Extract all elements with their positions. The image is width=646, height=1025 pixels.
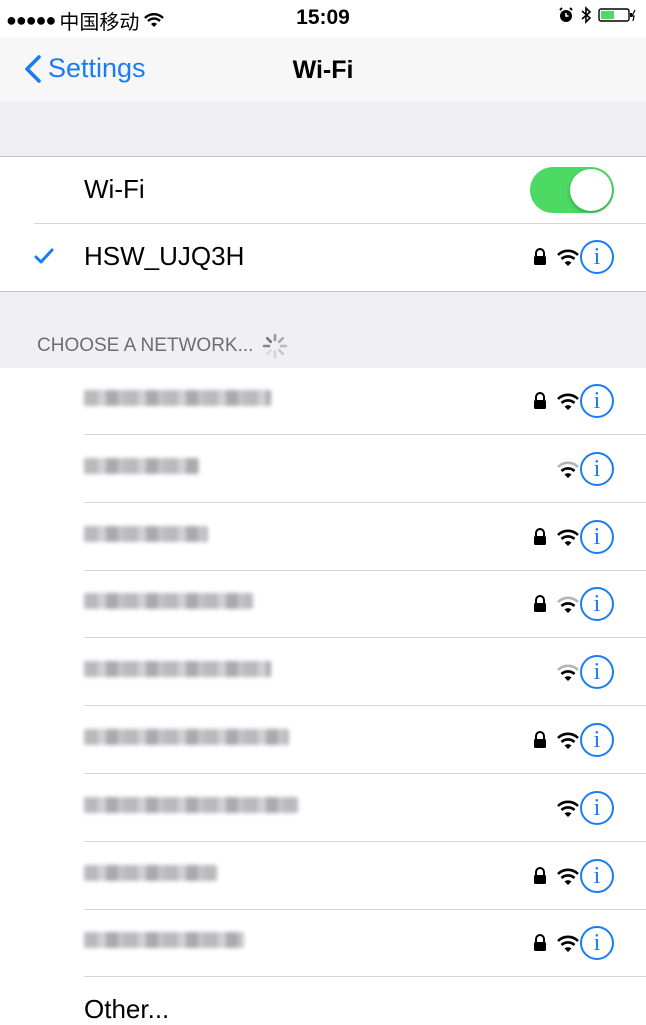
row-divider [84, 773, 646, 774]
network-name-text: GuestMobilePC [84, 661, 271, 677]
network-row[interactable]: Mingfu-Wireless i [0, 707, 646, 774]
row-divider [84, 705, 646, 706]
section-label: CHOOSE A NETWORK... [37, 332, 289, 360]
network-row[interactable]: Xingxia_5G i [0, 910, 646, 977]
network-name-text: Mingfu-Wireless [84, 729, 289, 745]
network-name: Noosp-Sonpt0X-AK [84, 797, 298, 817]
wifi-toggle-switch[interactable] [530, 167, 614, 213]
info-button[interactable]: i [580, 926, 614, 960]
info-button[interactable]: i [580, 452, 614, 486]
connected-network-row[interactable]: HSW_UJQ3H i [0, 224, 646, 291]
toggle-knob [570, 169, 612, 211]
choose-network-header: CHOOSE A NETWORK... [0, 291, 646, 369]
wifi-signal-icon [557, 393, 579, 410]
row-divider [84, 637, 646, 638]
network-row[interactable]: GuestMobilePC i [0, 639, 646, 706]
network-name-text: Chinanet-XXXX [84, 390, 271, 406]
wifi-signal-icon [557, 596, 579, 613]
network-row[interactable]: Chinanet-XXXX i [0, 368, 646, 435]
network-row[interactable]: HongBaoLink i [0, 571, 646, 638]
row-divider [84, 976, 646, 977]
network-name: Chinanet-XXXX [84, 390, 271, 410]
info-button[interactable]: i [580, 587, 614, 621]
network-name: Mingfu-Wireless [84, 729, 289, 749]
network-name-text: Dingxia [84, 865, 217, 881]
wifi-toggle-label: Wi-Fi [84, 174, 145, 204]
wifi-toggle-row: Wi-Fi [0, 157, 646, 224]
network-name: KKX_WF [84, 526, 208, 546]
info-button[interactable]: i [580, 791, 614, 825]
network-name: Xingxia_5G [84, 932, 244, 952]
choose-network-label: CHOOSE A NETWORK... [37, 335, 254, 356]
page-title: Wi-Fi [292, 56, 354, 84]
wifi-signal-icon [557, 461, 579, 478]
network-name-text: HongBaoLink [84, 593, 253, 609]
carrier-name: 中国移动 [59, 12, 140, 34]
row-divider [84, 434, 646, 435]
wifi-signal-icon [557, 800, 579, 817]
other-network-item[interactable]: Other... [84, 994, 169, 1025]
loading-spinner-icon [263, 333, 288, 359]
bluetooth-icon [581, 6, 592, 24]
wifi-signal-icon [557, 529, 579, 546]
network-row[interactable]: Dingxia i [0, 843, 646, 910]
status-right [558, 6, 636, 24]
info-button[interactable]: i [580, 240, 614, 274]
navigation-bar: Settings Wi-Fi [0, 38, 646, 103]
wifi-signal-icon [557, 664, 579, 681]
network-name: GuestMobilePC [84, 661, 271, 681]
lock-icon [534, 595, 546, 612]
network-name-text: Guest [84, 458, 199, 474]
battery-icon [598, 8, 636, 22]
info-button[interactable]: i [580, 520, 614, 554]
network-name: Guest [84, 458, 199, 478]
info-button[interactable]: i [580, 655, 614, 689]
connected-network-name: HSW_UJQ3H [84, 241, 245, 271]
network-name: Dingxia [84, 865, 217, 885]
checkmark-icon [34, 248, 54, 264]
wifi-signal-icon [557, 868, 579, 885]
status-bar: ●●●●● 中国移动 15:09 [0, 0, 646, 38]
lock-icon [534, 867, 546, 884]
network-name-text: Noosp-Sonpt0X-AK [84, 797, 298, 813]
network-name-text: Xingxia_5G [84, 932, 244, 948]
lock-icon [534, 934, 546, 951]
info-button[interactable]: i [580, 723, 614, 757]
group-spacer-top [0, 102, 646, 157]
alarm-icon [559, 7, 573, 22]
network-name: HongBaoLink [84, 593, 253, 613]
network-row[interactable]: Noosp-Sonpt0X-AK i [0, 775, 646, 842]
wifi-signal-icon [557, 249, 579, 266]
wifi-signal-icon [557, 732, 579, 749]
lock-icon [534, 731, 546, 748]
wifi-signal-icon [557, 935, 579, 952]
network-row[interactable]: Guest i [0, 436, 646, 503]
row-divider [84, 502, 646, 503]
lock-icon [534, 392, 546, 409]
info-button[interactable]: i [580, 859, 614, 893]
row-divider [84, 841, 646, 842]
signal-strength-dots: ●●●●● [6, 10, 56, 30]
network-row[interactable]: KKX_WF i [0, 504, 646, 571]
status-left: ●●●●● 中国移动 [6, 6, 165, 35]
lock-icon [534, 528, 546, 545]
lock-icon [534, 248, 546, 265]
info-button[interactable]: i [580, 384, 614, 418]
network-name-text: KKX_WF [84, 526, 208, 542]
wifi-status-icon [144, 12, 165, 27]
